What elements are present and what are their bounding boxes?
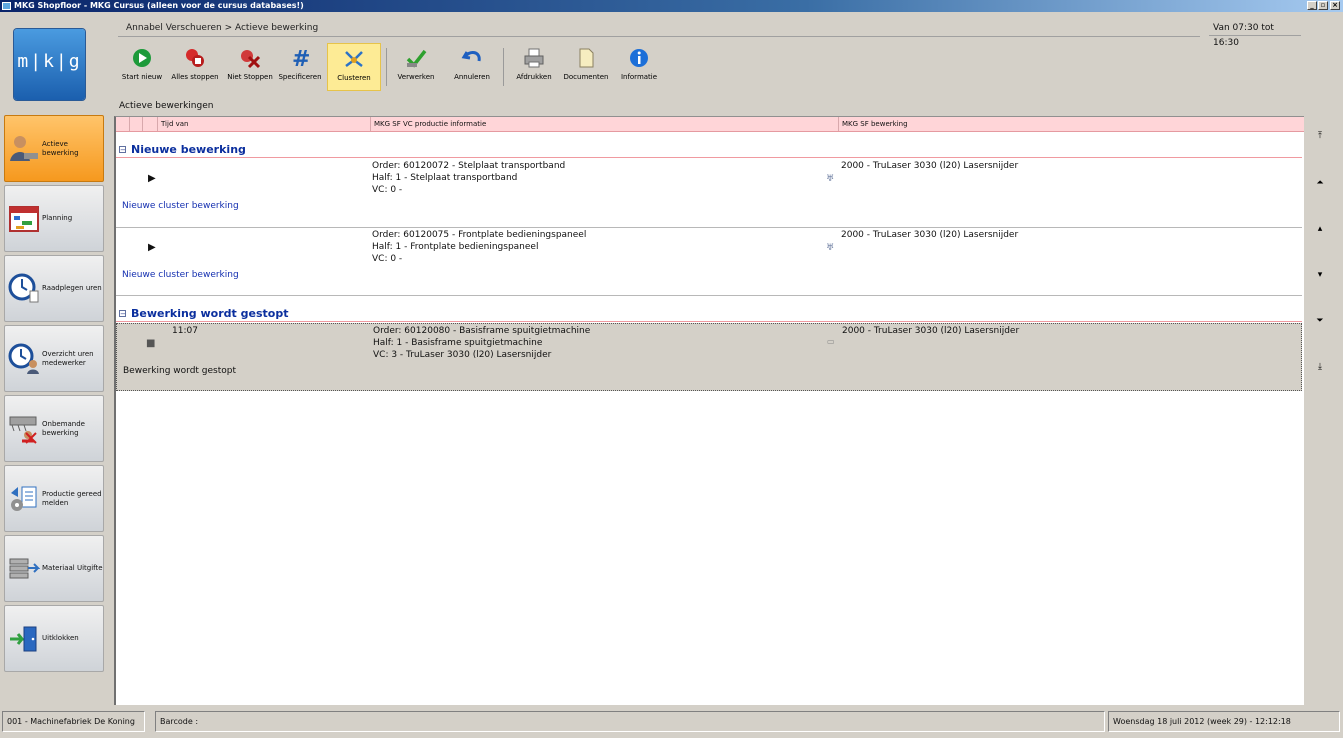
stop-state-icon: ■ bbox=[146, 338, 156, 349]
operation-info: 2000 - TruLaser 3030 (l20) Lasersnijder bbox=[842, 326, 1020, 336]
not-stop-icon bbox=[241, 50, 261, 69]
worker-icon bbox=[10, 136, 38, 161]
production-icon bbox=[11, 486, 37, 511]
svg-text:#: # bbox=[292, 47, 310, 69]
section-caption: Actieve bewerkingen bbox=[119, 101, 214, 111]
document-icon bbox=[579, 48, 594, 68]
cluster-small-icon: ♅ bbox=[826, 243, 835, 253]
column-header-production-info[interactable]: MKG SF VC productie informatie bbox=[370, 117, 838, 131]
not-stop-button[interactable]: Niet Stoppen bbox=[226, 43, 274, 91]
toolbar-separator bbox=[503, 48, 504, 86]
cluster-button[interactable]: Clusteren bbox=[327, 43, 381, 91]
documents-button[interactable]: Documenten bbox=[562, 43, 610, 91]
order-info: Order: 60120075 - Frontplate bedieningsp… bbox=[372, 230, 587, 240]
scroll-bottom-button[interactable]: ⤓ bbox=[1312, 361, 1328, 373]
group-header-operation-stopping[interactable]: − Bewerking wordt gestopt bbox=[116, 307, 1302, 322]
process-button[interactable]: Verwerken bbox=[394, 43, 438, 91]
nav-consult-hours[interactable]: Raadplegen uren bbox=[4, 255, 104, 322]
operation-info: 2000 - TruLaser 3030 (l20) Lasersnijder bbox=[841, 230, 1019, 240]
collapse-toggle[interactable]: − bbox=[119, 310, 126, 318]
toolbar-separator bbox=[386, 48, 387, 86]
nav-clock-out[interactable]: Uitklokken bbox=[4, 605, 104, 672]
nav-unmanned-operation[interactable]: Onbemande bewerking bbox=[4, 395, 104, 462]
table-row[interactable]: ▶ Order: 60120075 - Frontplate bediening… bbox=[116, 228, 1302, 296]
scroll-up-button[interactable]: ▴ bbox=[1312, 223, 1328, 235]
order-info: Order: 60120080 - Basisframe spuitgietma… bbox=[373, 326, 591, 336]
material-icon bbox=[9, 558, 40, 579]
title-bar: MKG Shopfloor - MKG Cursus (alleen voor … bbox=[0, 0, 1343, 12]
column-header-row: Tijd van MKG SF VC productie informatie … bbox=[116, 117, 1304, 132]
group-label: Bewerking wordt gestopt bbox=[131, 307, 289, 320]
nav-production-ready[interactable]: Productie gereed melden bbox=[4, 465, 104, 532]
order-info: Order: 60120072 - Stelplaat transportban… bbox=[372, 161, 566, 171]
play-icon bbox=[133, 49, 151, 67]
app-icon bbox=[2, 2, 11, 10]
stop-all-icon bbox=[186, 49, 204, 67]
play-state-icon: ▶ bbox=[148, 173, 156, 184]
stop-all-button[interactable]: Alles stoppen bbox=[170, 43, 220, 91]
header-divider bbox=[118, 36, 1200, 37]
vc-info: VC: 3 - TruLaser 3030 (l20) Lasersnijder bbox=[373, 350, 552, 360]
hash-icon: # bbox=[292, 47, 310, 69]
restore-button[interactable]: ▫ bbox=[1318, 1, 1328, 10]
scroll-page-up-button[interactable]: ⏶ bbox=[1312, 177, 1328, 189]
scroll-down-button[interactable]: ▾ bbox=[1312, 269, 1328, 281]
minimize-small-icon: ▭ bbox=[827, 337, 835, 346]
column-header-operation[interactable]: MKG SF bewerking bbox=[838, 117, 1302, 131]
new-cluster-operation-link[interactable]: Nieuwe cluster bewerking bbox=[122, 201, 239, 211]
table-row[interactable]: ▶ Order: 60120072 - Stelplaat transportb… bbox=[116, 159, 1302, 228]
status-text: Bewerking wordt gestopt bbox=[123, 366, 237, 376]
scroll-top-button[interactable]: ⤒ bbox=[1312, 130, 1328, 142]
nav-planning[interactable]: Planning bbox=[4, 185, 104, 252]
nav-hours-overview-employee[interactable]: Overzicht uren medewerker bbox=[4, 325, 104, 392]
group-header-new-operation[interactable]: − Nieuwe bewerking bbox=[116, 143, 1302, 158]
start-new-button[interactable]: Start nieuw bbox=[120, 43, 164, 91]
window-title: MKG Shopfloor - MKG Cursus (alleen voor … bbox=[14, 1, 304, 10]
nav-active-operation[interactable]: Actieve bewerking bbox=[4, 115, 104, 182]
table-row[interactable]: 11:07 ■ Order: 60120080 - Basisframe spu… bbox=[116, 323, 1302, 391]
column-header-time-from[interactable]: Tijd van bbox=[157, 117, 373, 131]
breadcrumb: Annabel Verschueren > Actieve bewerking bbox=[126, 23, 319, 33]
half-info: Half: 1 - Stelplaat transportband bbox=[372, 173, 518, 183]
clock-icon bbox=[8, 273, 39, 303]
vc-info: VC: 0 - bbox=[372, 254, 403, 264]
shift-time: Van 07:30 tot 16:30 bbox=[1209, 21, 1301, 48]
half-info: Half: 1 - Basisframe spuitgietmachine bbox=[373, 338, 543, 348]
group-label: Nieuwe bewerking bbox=[131, 143, 246, 156]
close-button[interactable]: × bbox=[1330, 1, 1340, 10]
clock-out-icon bbox=[10, 626, 37, 652]
scroll-page-down-button[interactable]: ⏷ bbox=[1312, 315, 1328, 327]
operation-info: 2000 - TruLaser 3030 (l20) Lasersnijder bbox=[841, 161, 1019, 171]
info-button[interactable]: Informatie bbox=[617, 43, 661, 91]
cluster-icon bbox=[345, 51, 363, 67]
clock-user-icon bbox=[8, 343, 39, 374]
play-state-icon: ▶ bbox=[148, 242, 156, 253]
minimize-button[interactable]: _ bbox=[1307, 1, 1317, 10]
cancel-button[interactable]: Annuleren bbox=[450, 43, 494, 91]
collapse-toggle[interactable]: − bbox=[119, 146, 126, 154]
active-operations-grid: Tijd van MKG SF VC productie informatie … bbox=[114, 116, 1304, 705]
undo-icon bbox=[461, 51, 481, 62]
nav-material-issue[interactable]: Materiaal Uitgifte bbox=[4, 535, 104, 602]
datetime-status: Woensdag 18 juli 2012 (week 29) - 12:12:… bbox=[1108, 711, 1340, 732]
mkg-logo: m|k|g bbox=[14, 29, 85, 100]
info-icon bbox=[630, 49, 648, 67]
cluster-small-icon: ♅ bbox=[826, 174, 835, 184]
machine-icon bbox=[9, 416, 37, 444]
printer-icon bbox=[524, 48, 544, 68]
vc-info: VC: 0 - bbox=[372, 185, 403, 195]
new-cluster-operation-link[interactable]: Nieuwe cluster bewerking bbox=[122, 270, 239, 280]
specify-button[interactable]: # Specificeren bbox=[278, 43, 322, 91]
half-info: Half: 1 - Frontplate bedieningspaneel bbox=[372, 242, 539, 252]
company-status: 001 - Machinefabriek De Koning bbox=[2, 711, 145, 732]
calendar-icon bbox=[9, 206, 39, 232]
checkmark-icon bbox=[406, 49, 427, 68]
barcode-field[interactable]: Barcode : bbox=[155, 711, 1105, 732]
time-from: 11:07 bbox=[172, 326, 198, 336]
print-button[interactable]: Afdrukken bbox=[512, 43, 556, 91]
